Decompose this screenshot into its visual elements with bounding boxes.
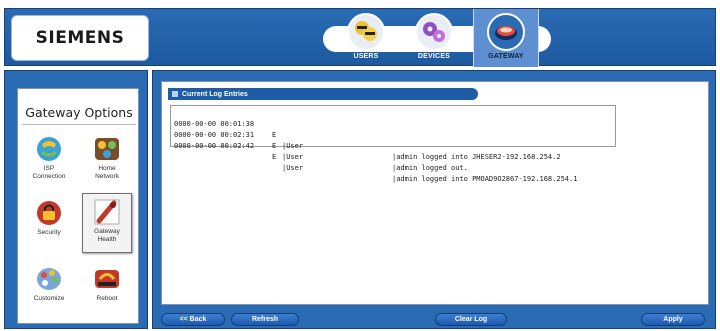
top-header: SIEMENS USERS DEVICES GATEWAY: [4, 8, 716, 67]
sidebar-frame: Gateway Options ISP Connection Home Netw…: [4, 70, 148, 329]
tab-devices-label: DEVICES: [417, 53, 451, 60]
siemens-logo: SIEMENS: [11, 15, 149, 61]
log-message: |admin logged into PMOAD9O2867-192.168.2…: [392, 175, 578, 183]
log-source: |User: [282, 164, 304, 172]
sidebar-item-label: Security: [37, 229, 61, 236]
log-level: E: [272, 142, 277, 150]
log-entry: 0000-00-00 00:01:38 E |User |admin logge…: [174, 108, 612, 161]
sidebar-item-label: ISP Connection: [32, 165, 66, 180]
tab-gateway[interactable]: GATEWAY: [473, 9, 539, 67]
sidebar-item-label: Gateway Health: [94, 228, 120, 243]
home-network-icon: [95, 138, 119, 160]
apply-button[interactable]: Apply: [641, 313, 705, 326]
log-section-header: Current Log Entries: [168, 88, 478, 100]
main-frame: Current Log Entries 0000-00-00 00:01:38 …: [152, 70, 716, 329]
log-entry: 0000-00-00 00:02:42 E |User |admin logge…: [174, 130, 612, 183]
sidebar-item-isp-connection[interactable]: ISP Connection: [24, 131, 74, 187]
sidebar-item-home-network[interactable]: Home Network: [82, 131, 132, 187]
log-entry: 0000-00-00 00:02:31 E |User |admin logge…: [174, 119, 612, 172]
sidebar-item-gateway-health[interactable]: Gateway Health: [82, 193, 132, 253]
devices-icon: [415, 13, 453, 51]
sidebar-divider: [22, 124, 136, 125]
logo-text: SIEMENS: [35, 28, 125, 48]
clear-log-button[interactable]: Clear Log: [435, 313, 507, 326]
log-level: E: [272, 153, 277, 161]
log-time: 0000-00-00 00:02:42: [174, 142, 255, 150]
sidebar-item-reboot[interactable]: Reboot: [82, 261, 132, 317]
gateway-icon: [487, 13, 525, 51]
isp-connection-icon: [37, 137, 61, 161]
sidebar-item-label: Reboot: [96, 295, 118, 302]
log-panel: Current Log Entries 0000-00-00 00:01:38 …: [161, 81, 709, 305]
gateway-options-panel: Gateway Options ISP Connection Home Netw…: [17, 88, 139, 324]
tab-devices[interactable]: DEVICES: [405, 9, 463, 67]
log-source: |User: [282, 153, 304, 161]
sidebar-item-security[interactable]: Security: [24, 195, 74, 251]
refresh-button[interactable]: Refresh: [231, 313, 299, 326]
tab-users[interactable]: USERS: [337, 9, 395, 67]
section-marker-icon: [172, 91, 178, 97]
log-message: |admin logged out.: [392, 164, 468, 172]
security-icon: [37, 201, 61, 225]
log-section-title: Current Log Entries: [182, 90, 248, 98]
gateway-health-icon: [94, 199, 120, 225]
sidebar-item-customize[interactable]: Customize: [24, 261, 74, 317]
sidebar-item-label: Customize: [33, 295, 65, 302]
customize-icon: [37, 268, 61, 290]
sidebar-item-label: Home Network: [95, 165, 119, 180]
tab-gateway-label: GATEWAY: [488, 53, 524, 60]
log-entries-list[interactable]: 0000-00-00 00:01:38 E |User |admin logge…: [170, 105, 616, 183]
sidebar-title: Gateway Options: [25, 105, 133, 120]
log-message: |admin logged into JHESER2-192.168.254.2: [392, 153, 561, 161]
log-source: |User: [282, 142, 304, 150]
back-button[interactable]: << Back: [161, 313, 225, 326]
tab-users-label: USERS: [353, 53, 379, 60]
reboot-icon: [95, 270, 119, 288]
users-icon: [347, 13, 385, 51]
